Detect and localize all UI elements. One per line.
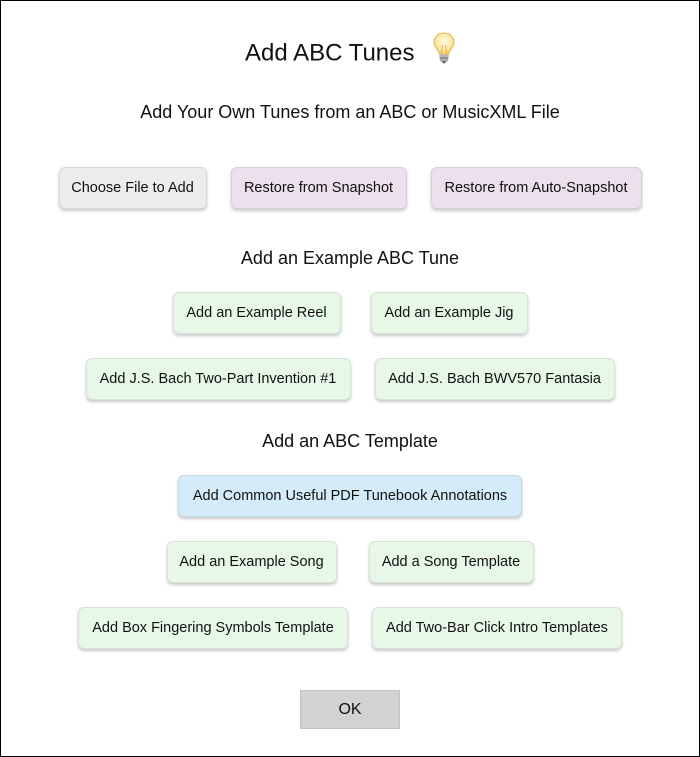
example-buttons-row-1: Add an Example Reel Add an Example Jig [1, 292, 699, 334]
dialog-title: Add ABC Tunes [245, 39, 415, 67]
example-buttons-row-2: Add J.S. Bach Two-Part Invention #1 Add … [1, 358, 699, 400]
add-pdf-annotations-button[interactable]: Add Common Useful PDF Tunebook Annotatio… [178, 475, 522, 517]
add-song-template-button[interactable]: Add a Song Template [368, 541, 534, 583]
template-buttons-row-3: Add Box Fingering Symbols Template Add T… [1, 607, 699, 649]
add-box-fingering-button[interactable]: Add Box Fingering Symbols Template [78, 607, 348, 649]
add-bach-invention-button[interactable]: Add J.S. Bach Two-Part Invention #1 [85, 358, 351, 400]
template-buttons-row-2: Add an Example Song Add a Song Template [1, 541, 699, 583]
file-section-heading: Add Your Own Tunes from an ABC or MusicX… [140, 102, 560, 122]
restore-snapshot-button[interactable]: Restore from Snapshot [230, 167, 407, 209]
add-example-jig-button[interactable]: Add an Example Jig [370, 292, 528, 334]
add-abc-tunes-dialog: Add ABC Tunes Add Your Own Tunes from an… [0, 0, 700, 757]
restore-auto-snapshot-button[interactable]: Restore from Auto-Snapshot [430, 167, 642, 209]
add-example-reel-button[interactable]: Add an Example Reel [172, 292, 341, 334]
add-example-song-button[interactable]: Add an Example Song [166, 541, 337, 583]
dialog-title-row: Add ABC Tunes [1, 32, 699, 79]
lightbulb-icon [433, 32, 455, 69]
template-section-heading: Add an ABC Template [262, 431, 438, 451]
template-buttons-row-1: Add Common Useful PDF Tunebook Annotatio… [1, 475, 699, 517]
file-buttons-row: Choose File to Add Restore from Snapshot… [1, 167, 699, 209]
ok-button[interactable]: OK [300, 690, 400, 729]
add-two-bar-click-button[interactable]: Add Two-Bar Click Intro Templates [372, 607, 622, 649]
example-section-heading: Add an Example ABC Tune [240, 248, 460, 268]
add-bach-fantasia-button[interactable]: Add J.S. Bach BWV570 Fantasia [374, 358, 615, 400]
choose-file-button[interactable]: Choose File to Add [58, 167, 207, 209]
